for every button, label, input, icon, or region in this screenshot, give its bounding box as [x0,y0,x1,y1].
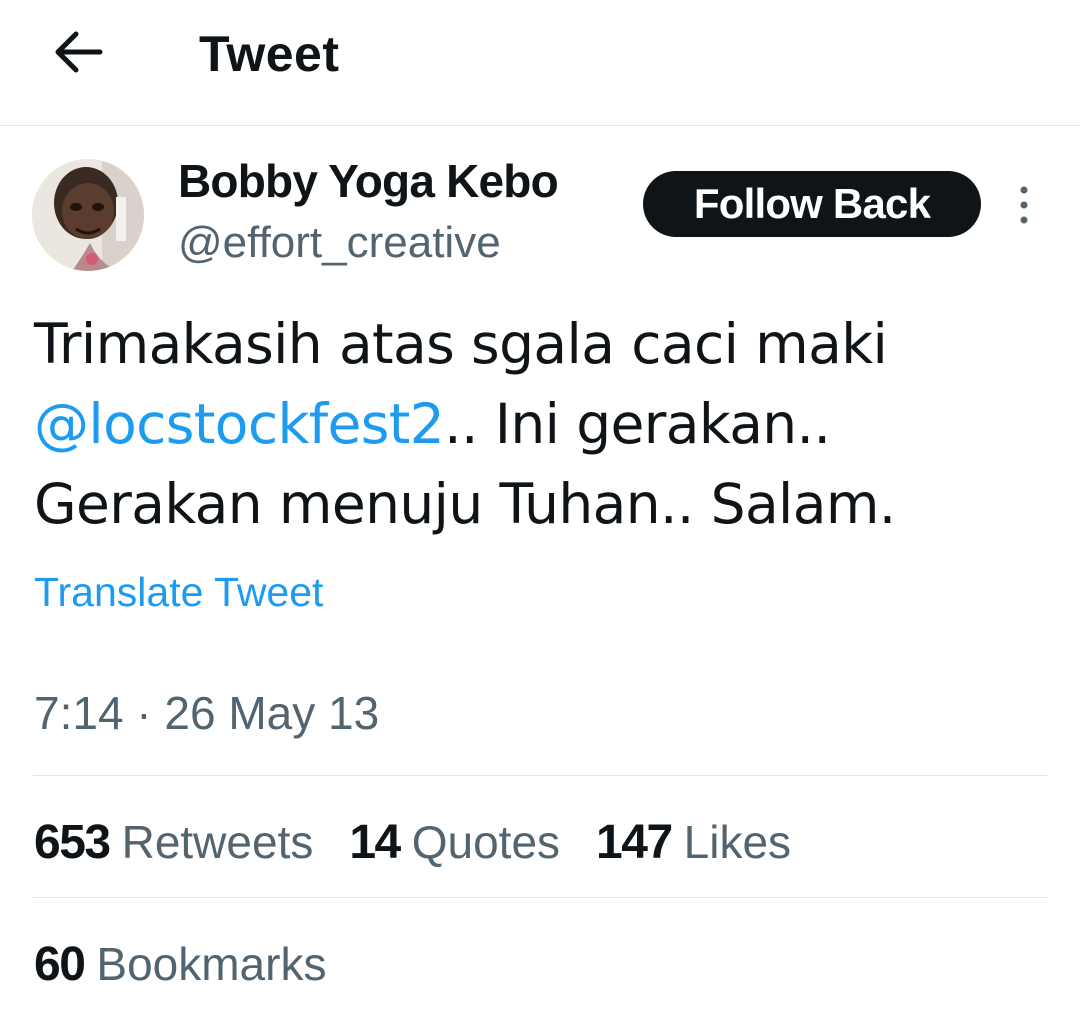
tweet-text-line: @locstockfest2.. Ini gerakan.. [34,384,1054,464]
author-display-name[interactable]: Bobby Yoga Kebo [178,151,559,211]
retweets-count: 653 [34,815,111,869]
likes-stat[interactable]: 147 Likes [596,815,791,870]
bookmarks-stat[interactable]: 60 Bookmarks [34,937,326,992]
bookmarks-label: Bookmarks [96,937,327,990]
avatar-photo [32,159,144,271]
quotes-count: 14 [349,815,401,869]
page-title: Tweet [199,26,340,82]
bookmarks-stat-row: 60 Bookmarks [34,932,362,996]
back-button[interactable] [48,22,108,82]
quotes-label: Quotes [411,815,561,868]
top-bar: Tweet [0,0,1080,126]
tweet-text-line: Gerakan menuju Tuhan.. Salam. [34,472,896,536]
more-options-button[interactable] [1004,180,1044,230]
retweets-stat[interactable]: 653 Retweets [34,815,313,870]
more-vertical-icon [1020,186,1028,224]
author-handle[interactable]: @effort_creative [178,214,501,272]
likes-label: Likes [683,815,792,868]
tweet-timestamp[interactable]: 7:14 · 26 May 13 [34,684,379,742]
likes-count: 147 [596,815,673,869]
tweet-text-fragment: .. Ini gerakan.. [444,392,831,456]
arrow-left-icon [55,31,103,73]
translate-tweet-link[interactable]: Translate Tweet [34,564,323,620]
quotes-stat[interactable]: 14 Quotes [349,815,560,870]
tweet-text-line: Trimakasih atas sgala caci maki [34,312,888,376]
avatar[interactable] [32,159,144,271]
retweets-label: Retweets [121,815,314,868]
tweet-text: Trimakasih atas sgala caci maki @locstoc… [34,304,1054,544]
bookmarks-count: 60 [34,937,86,991]
divider [33,775,1047,776]
engagement-stats: 653 Retweets 14 Quotes 147 Likes [34,810,827,874]
divider [33,897,1047,898]
follow-back-button[interactable]: Follow Back [643,171,981,237]
mention-link[interactable]: @locstockfest2 [34,392,445,456]
